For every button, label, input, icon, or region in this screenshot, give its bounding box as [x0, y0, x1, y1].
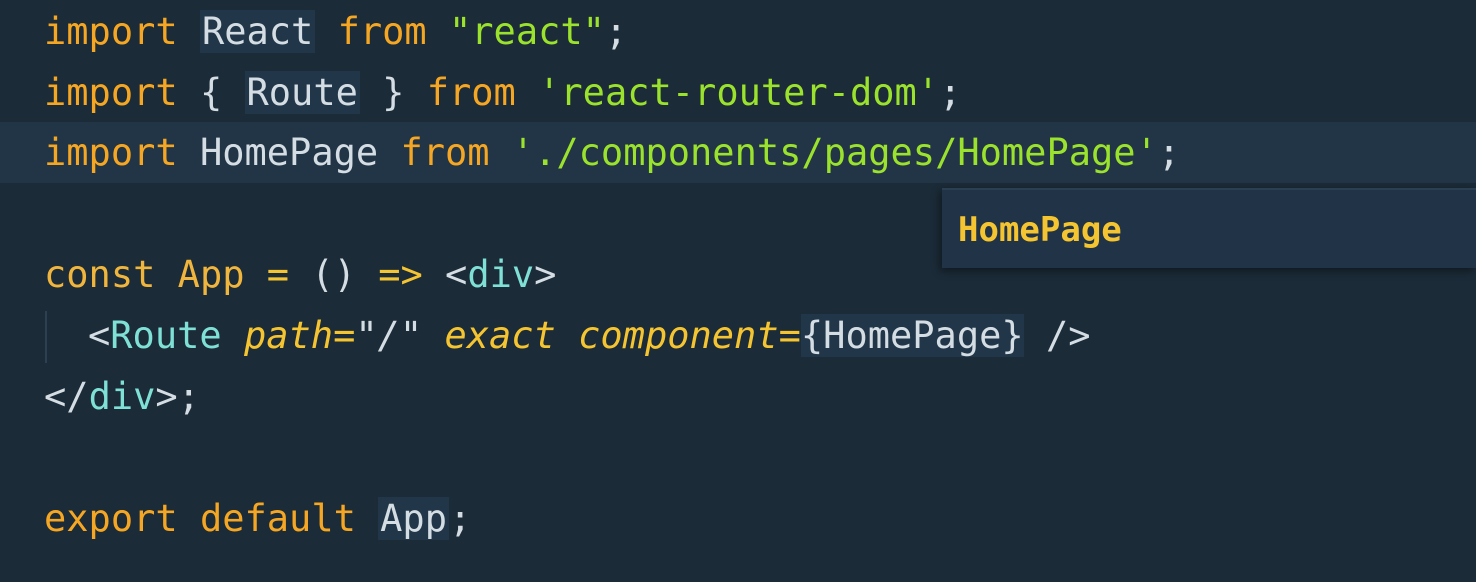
token-string: './components/pages/HomePage'	[511, 131, 1158, 174]
autocomplete-item-homepage[interactable]: HomePage	[958, 208, 1122, 252]
token-string: 'react-router-dom'	[538, 71, 940, 114]
token-tag-open-close: </	[44, 375, 89, 418]
token-from: from	[337, 10, 427, 53]
token-tag-div: div	[88, 375, 156, 418]
token-app: App	[378, 497, 449, 540]
token-semicolon: ;	[177, 375, 200, 418]
token-import: import	[44, 10, 178, 53]
code-line-6[interactable]: <Route path="/" exact component={HomePag…	[0, 305, 1476, 366]
token-react: React	[199, 10, 316, 53]
code-line-3-current[interactable]: import HomePage from './components/pages…	[0, 122, 1476, 183]
token-brace-open: {	[199, 71, 223, 114]
code-line-2[interactable]: import { Route } from 'react-router-dom'…	[0, 62, 1476, 123]
token-tag-close: >	[155, 375, 178, 418]
token-attr-component: component	[578, 314, 779, 357]
token-brace-open: {	[800, 314, 824, 357]
token-equals: =	[333, 314, 356, 357]
token-semicolon: ;	[448, 497, 472, 540]
token-string-slash: "/"	[355, 314, 423, 357]
code-line-9[interactable]: export default App;	[0, 488, 1476, 549]
token-attr-path: path	[243, 314, 334, 357]
token-const: const	[44, 253, 156, 296]
code-line-1[interactable]: import React from "react";	[0, 1, 1476, 62]
token-brace-close: }	[382, 71, 405, 114]
token-route: Route	[244, 71, 360, 114]
code-line-7[interactable]: </div>;	[0, 366, 1476, 427]
token-arrow: =>	[378, 253, 423, 296]
token-parens: ()	[311, 253, 356, 296]
token-tag-open: <	[445, 253, 468, 296]
token-self-close: />	[1045, 314, 1091, 357]
token-semicolon: ;	[604, 10, 628, 53]
token-semicolon: ;	[939, 71, 962, 114]
token-from: from	[400, 131, 490, 174]
token-app: App	[177, 253, 245, 296]
token-default: default	[199, 497, 356, 540]
code-editor[interactable]: import React from "react"; import { Rout…	[0, 0, 1476, 582]
autocomplete-popup[interactable]: HomePage	[942, 188, 1476, 268]
token-equals: =	[266, 253, 290, 296]
token-tag-close: >	[534, 253, 557, 296]
token-homepage: HomePage	[823, 314, 1002, 357]
token-brace-close: }	[1001, 314, 1024, 357]
token-tag-open: <	[88, 314, 111, 357]
token-import: import	[44, 71, 178, 114]
token-equals: =	[778, 314, 801, 357]
token-attr-exact: exact	[444, 314, 556, 357]
token-tag-div: div	[467, 253, 535, 296]
token-homepage: HomePage	[199, 131, 379, 174]
token-export: export	[44, 497, 178, 540]
token-semicolon: ;	[1157, 131, 1181, 174]
token-from: from	[426, 71, 516, 114]
token-tag-route: Route	[110, 314, 222, 357]
token-import: import	[44, 131, 178, 174]
token-string: "react"	[449, 10, 605, 53]
